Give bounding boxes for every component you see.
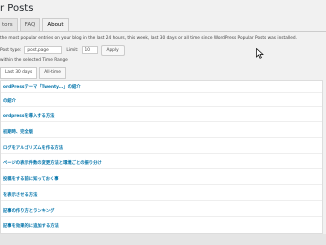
list-item[interactable]: ログをアルゴリズムを作る方法 <box>3 145 63 151</box>
limit-label: Limit: <box>66 47 79 53</box>
divider <box>1 184 322 185</box>
list-item[interactable]: 初期時、完全版 <box>3 129 33 135</box>
range-buttons: Last 30 days All-time <box>0 67 68 79</box>
tab-monitors[interactable]: tors <box>0 18 18 32</box>
page-title: r Posts <box>0 3 34 14</box>
popular-posts-list: ordPressテーマ「Twenty...」の紹介 の紹介 ordpressを導… <box>0 80 323 234</box>
divider <box>1 137 322 138</box>
tabs-divider <box>0 31 326 32</box>
limit-input[interactable]: 10 <box>81 46 98 54</box>
intro-text: the most popular entries on your blog in… <box>0 36 297 41</box>
list-item[interactable]: ordPressテーマ「Twenty...」の紹介 <box>3 84 81 90</box>
list-item[interactable]: 記事の作り方とランキング <box>3 208 54 214</box>
mouse-cursor-icon <box>256 48 264 59</box>
last-30-days-button[interactable]: Last 30 days <box>0 67 38 79</box>
divider <box>1 106 322 107</box>
list-item[interactable]: を表示させる方法 <box>3 192 37 198</box>
divider <box>1 153 322 154</box>
divider <box>1 121 322 122</box>
list-item[interactable]: ページの表示件数の変更方法と環境ごとの振り分け <box>3 160 102 166</box>
list-item[interactable]: の紹介 <box>3 98 16 104</box>
tab-about[interactable]: About <box>42 18 69 32</box>
all-time-button[interactable]: All-time <box>39 67 66 79</box>
list-item[interactable]: 投稿をする前に知っておく事 <box>3 176 59 182</box>
list-item[interactable]: ordpressを導入する方法 <box>3 113 54 119</box>
post-type-input[interactable]: post,page <box>24 46 63 54</box>
tab-faq[interactable]: FAQ <box>19 18 41 32</box>
divider <box>1 92 322 93</box>
settings-tabs: tors FAQ About <box>0 18 71 32</box>
list-item[interactable]: 記事を効果的に追加する方法 <box>3 223 59 229</box>
divider <box>1 216 322 217</box>
filter-row: Post type: post,page Limit: 10 Apply <box>0 44 125 56</box>
apply-button[interactable]: Apply <box>100 44 125 56</box>
post-type-label: Post type: <box>0 47 22 53</box>
divider <box>1 168 322 169</box>
bottom-bar <box>0 234 326 245</box>
time-range-note: within the selected Time Range <box>0 58 68 63</box>
divider <box>1 200 322 201</box>
